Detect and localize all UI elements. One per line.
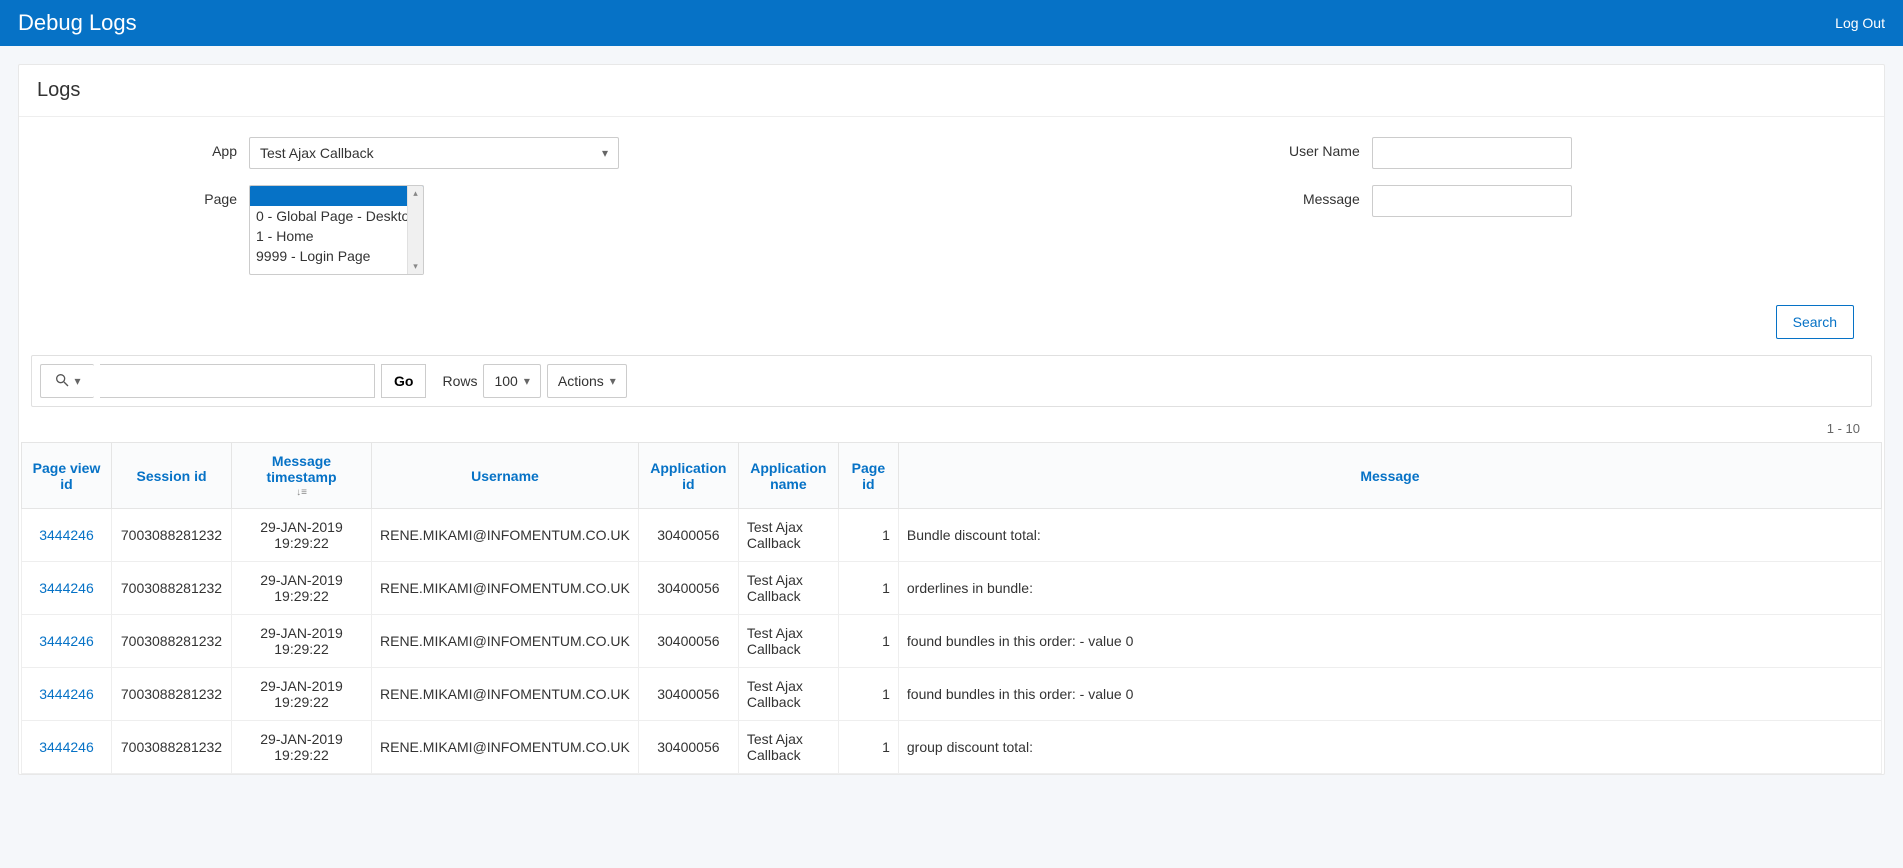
cell-app-id: 30400056	[638, 509, 738, 562]
rows-value: 100	[494, 373, 517, 389]
app-label: App	[49, 137, 249, 159]
table-row: 3444246700308828123229-JAN-201919:29:22R…	[22, 509, 1882, 562]
cell-app-name: Test Ajax Callback	[738, 721, 838, 774]
col-timestamp[interactable]: Message timestamp ↓≡	[232, 443, 372, 509]
page-option[interactable]: 0 - Global Page - Desktop	[250, 206, 423, 226]
card-heading: Logs	[19, 65, 1884, 117]
col-session-id[interactable]: Session id	[112, 443, 232, 509]
cell-app-name: Test Ajax Callback	[738, 562, 838, 615]
cell-page-view-id[interactable]: 3444246	[22, 721, 112, 774]
col-page-view-id[interactable]: Page view id	[22, 443, 112, 509]
logs-card: Logs App Test Ajax Callback ▾ User Name	[18, 64, 1885, 775]
cell-app-id: 30400056	[638, 668, 738, 721]
table-row: 3444246700308828123229-JAN-201919:29:22R…	[22, 668, 1882, 721]
logout-link[interactable]: Log Out	[1835, 15, 1885, 31]
cell-username: RENE.MIKAMI@INFOMENTUM.CO.UK	[372, 721, 639, 774]
cell-page-view-id[interactable]: 3444246	[22, 615, 112, 668]
search-button[interactable]: Search	[1776, 305, 1854, 339]
cell-app-id: 30400056	[638, 615, 738, 668]
logs-table: Page view id Session id Message timestam…	[21, 442, 1882, 774]
page-option[interactable]: 9999 - Login Page	[250, 246, 423, 266]
cell-timestamp: 29-JAN-201919:29:22	[232, 509, 372, 562]
filter-area: App Test Ajax Callback ▾ User Name Page	[19, 117, 1884, 301]
sort-desc-icon: ↓≡	[240, 487, 363, 498]
rows-select[interactable]: 100 ▾	[483, 364, 540, 398]
scrollbar[interactable]: ▴ ▾	[407, 186, 423, 274]
username-label: User Name	[1042, 137, 1372, 159]
cell-page-view-id[interactable]: 3444246	[22, 668, 112, 721]
cell-session-id: 7003088281232	[112, 615, 232, 668]
chevron-down-icon: ▾	[74, 374, 80, 388]
cell-session-id: 7003088281232	[112, 562, 232, 615]
cell-message: found bundles in this order: - value 0	[898, 668, 1881, 721]
app-title: Debug Logs	[18, 10, 137, 36]
message-input[interactable]	[1372, 185, 1572, 217]
username-input[interactable]	[1372, 137, 1572, 169]
page-option[interactable]: 1 - Home	[250, 226, 423, 246]
cell-message: group discount total:	[898, 721, 1881, 774]
cell-page-id: 1	[838, 562, 898, 615]
go-button[interactable]: Go	[381, 364, 426, 398]
cell-page-id: 1	[838, 721, 898, 774]
scroll-up-icon[interactable]: ▴	[413, 188, 418, 199]
search-column-button[interactable]: ▾	[40, 364, 94, 398]
chevron-down-icon: ▾	[602, 146, 608, 160]
page-option[interactable]	[250, 186, 423, 206]
cell-message: orderlines in bundle:	[898, 562, 1881, 615]
chevron-down-icon: ▾	[524, 374, 530, 388]
col-app-id[interactable]: Application id	[638, 443, 738, 509]
cell-app-id: 30400056	[638, 562, 738, 615]
col-username[interactable]: Username	[372, 443, 639, 509]
app-select[interactable]: Test Ajax Callback ▾	[249, 137, 619, 169]
col-app-name[interactable]: Application name	[738, 443, 838, 509]
col-message[interactable]: Message	[898, 443, 1881, 509]
col-timestamp-label: Message timestamp	[266, 453, 336, 485]
app-select-value: Test Ajax Callback	[260, 145, 374, 161]
chevron-down-icon: ▾	[610, 374, 616, 388]
table-row: 3444246700308828123229-JAN-201919:29:22R…	[22, 615, 1882, 668]
scroll-down-icon[interactable]: ▾	[413, 261, 418, 272]
cell-username: RENE.MIKAMI@INFOMENTUM.CO.UK	[372, 562, 639, 615]
table-row: 3444246700308828123229-JAN-201919:29:22R…	[22, 562, 1882, 615]
report-search-input[interactable]	[100, 364, 375, 398]
cell-page-view-id[interactable]: 3444246	[22, 562, 112, 615]
actions-label: Actions	[558, 373, 604, 389]
cell-app-name: Test Ajax Callback	[738, 615, 838, 668]
cell-page-id: 1	[838, 509, 898, 562]
search-icon	[54, 372, 70, 391]
cell-session-id: 7003088281232	[112, 509, 232, 562]
cell-session-id: 7003088281232	[112, 721, 232, 774]
cell-app-name: Test Ajax Callback	[738, 509, 838, 562]
cell-session-id: 7003088281232	[112, 668, 232, 721]
col-page-id[interactable]: Page id	[838, 443, 898, 509]
cell-page-id: 1	[838, 615, 898, 668]
topbar: Debug Logs Log Out	[0, 0, 1903, 46]
cell-page-id: 1	[838, 668, 898, 721]
message-label: Message	[1042, 185, 1372, 207]
cell-timestamp: 29-JAN-201919:29:22	[232, 668, 372, 721]
cell-timestamp: 29-JAN-201919:29:22	[232, 615, 372, 668]
cell-message: found bundles in this order: - value 0	[898, 615, 1881, 668]
cell-timestamp: 29-JAN-201919:29:22	[232, 721, 372, 774]
page-label: Page	[49, 185, 249, 207]
cell-app-id: 30400056	[638, 721, 738, 774]
report-toolbar: ▾ Go Rows 100 ▾ Actions ▾	[31, 355, 1872, 407]
table-row: 3444246700308828123229-JAN-201919:29:22R…	[22, 721, 1882, 774]
cell-username: RENE.MIKAMI@INFOMENTUM.CO.UK	[372, 615, 639, 668]
cell-message: Bundle discount total:	[898, 509, 1881, 562]
rows-label: Rows	[442, 373, 477, 389]
page-multiselect[interactable]: 0 - Global Page - Desktop1 - Home9999 - …	[249, 185, 424, 275]
actions-menu-button[interactable]: Actions ▾	[547, 364, 627, 398]
cell-username: RENE.MIKAMI@INFOMENTUM.CO.UK	[372, 509, 639, 562]
cell-app-name: Test Ajax Callback	[738, 668, 838, 721]
cell-username: RENE.MIKAMI@INFOMENTUM.CO.UK	[372, 668, 639, 721]
cell-page-view-id[interactable]: 3444246	[22, 509, 112, 562]
pagination-info: 1 - 10	[19, 415, 1884, 442]
cell-timestamp: 29-JAN-201919:29:22	[232, 562, 372, 615]
